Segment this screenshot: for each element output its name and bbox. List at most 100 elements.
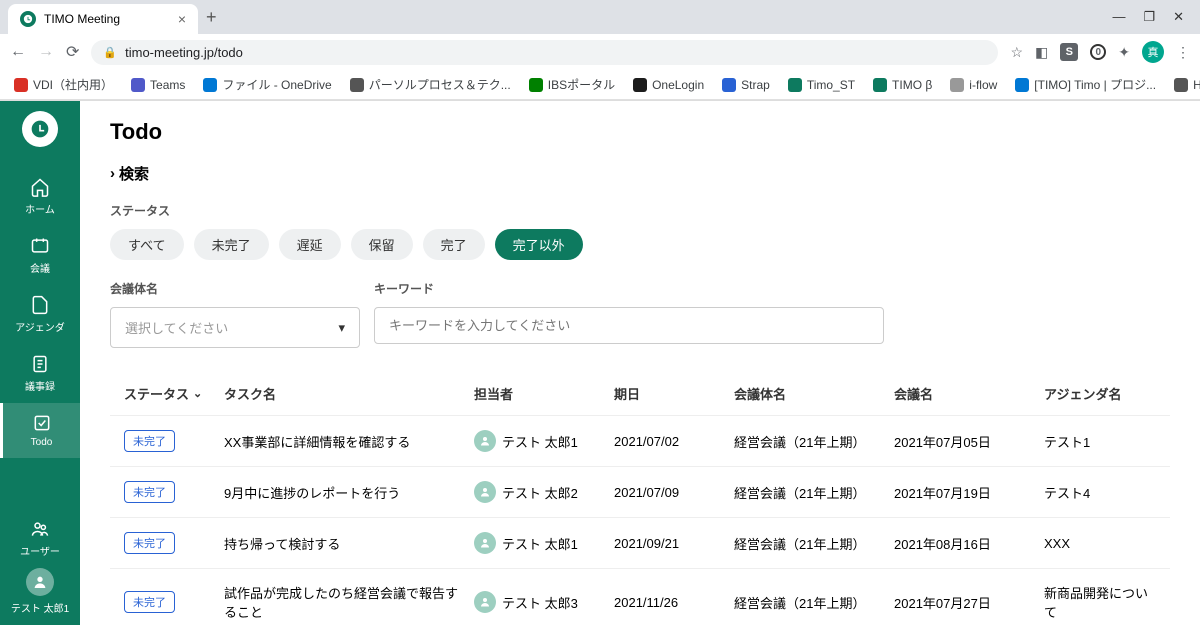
table-row[interactable]: 未完了 9月中に進捗のレポートを行う テスト 太郎2 2021/07/09 経営…: [110, 466, 1170, 517]
page-title: Todo: [110, 119, 1170, 145]
profile-avatar[interactable]: 真: [1142, 41, 1164, 63]
extension-o-icon[interactable]: 0: [1090, 44, 1106, 60]
status-chip[interactable]: 完了: [423, 229, 485, 260]
col-status[interactable]: ステータス ⌄: [124, 384, 224, 403]
status-chip[interactable]: 完了以外: [495, 229, 583, 260]
favicon-icon: [20, 11, 36, 27]
sidebar: ホーム 会議 アジェンダ 議事録 Todo ユーザー テスト 太郎1: [0, 101, 80, 625]
table-row[interactable]: 未完了 XX事業部に詳細情報を確認する テスト 太郎1 2021/07/02 経…: [110, 415, 1170, 466]
minimize-button[interactable]: —: [1112, 9, 1125, 25]
bookmark-icon: [873, 78, 887, 92]
search-heading[interactable]: › 検索: [110, 163, 1170, 184]
assignee-cell: テスト 太郎2: [474, 481, 614, 503]
bookmark-item[interactable]: VDI（社内用）: [14, 76, 113, 93]
meeting-name: 2021年07月19日: [894, 483, 1044, 502]
meeting-name: 2021年07月05日: [894, 432, 1044, 451]
sidebar-item-todo[interactable]: Todo: [0, 403, 80, 458]
sidebar-item-agenda[interactable]: アジェンダ: [0, 285, 80, 344]
status-chip[interactable]: 未完了: [194, 229, 269, 260]
meeting-body: 経営会議（21年上期）: [734, 483, 894, 502]
table-row[interactable]: 未完了 持ち帰って検討する テスト 太郎1 2021/09/21 経営会議（21…: [110, 517, 1170, 568]
forward-button[interactable]: →: [38, 43, 54, 61]
due-date: 2021/07/09: [614, 485, 734, 500]
col-meeting[interactable]: 会議名: [894, 384, 1044, 403]
bookmark-item[interactable]: i-flow: [950, 78, 997, 92]
sidebar-item-label: 議事録: [25, 378, 55, 393]
app-container: ホーム 会議 アジェンダ 議事録 Todo ユーザー テスト 太郎1: [0, 101, 1200, 625]
agenda-name: XXX: [1044, 536, 1156, 551]
agenda-name: テスト4: [1044, 483, 1156, 502]
bookmark-icon: [203, 78, 217, 92]
col-due[interactable]: 期日: [614, 384, 734, 403]
chevron-down-icon: ⌄: [193, 387, 202, 400]
close-window-button[interactable]: ✕: [1173, 9, 1184, 25]
table-row[interactable]: 未完了 試作品が完成したのち経営会議で報告すること テスト 太郎3 2021/1…: [110, 568, 1170, 625]
bookmark-item[interactable]: ファイル - OneDrive: [203, 76, 331, 93]
reload-button[interactable]: ⟳: [66, 42, 79, 62]
col-agenda[interactable]: アジェンダ名: [1044, 384, 1156, 403]
status-chip[interactable]: 遅延: [279, 229, 341, 260]
bookmark-item[interactable]: Strap: [722, 78, 770, 92]
keyword-input[interactable]: [374, 307, 884, 344]
org-select[interactable]: 選択してください ▾: [110, 307, 360, 348]
url-input[interactable]: 🔒 timo-meeting.jp/todo: [91, 40, 998, 65]
bookmark-icon: [1015, 78, 1029, 92]
chevron-down-icon: ▾: [338, 320, 345, 336]
browser-chrome: TIMO Meeting × + — ❐ ✕ ← → ⟳ 🔒 timo-meet…: [0, 0, 1200, 101]
app-logo[interactable]: [22, 111, 58, 147]
star-icon[interactable]: ☆: [1010, 44, 1023, 61]
col-task[interactable]: タスク名: [224, 384, 474, 403]
bookmark-item[interactable]: TIMO β: [873, 78, 932, 92]
col-body[interactable]: 会議体名: [734, 384, 894, 403]
bookmark-icon: [131, 78, 145, 92]
bookmark-icon: [1174, 78, 1188, 92]
bookmark-icon: [950, 78, 964, 92]
assignee-cell: テスト 太郎1: [474, 430, 614, 452]
maximize-button[interactable]: ❐: [1143, 9, 1155, 25]
puzzle-icon[interactable]: ✦: [1118, 44, 1130, 61]
status-badge: 未完了: [124, 430, 175, 452]
bookmark-icon: [722, 78, 736, 92]
address-bar: ← → ⟳ 🔒 timo-meeting.jp/todo ☆ ◧ S 0 ✦ 真…: [0, 34, 1200, 70]
meeting-body: 経営会議（21年上期）: [734, 593, 894, 612]
sidebar-item-home[interactable]: ホーム: [0, 167, 80, 226]
current-user-name: テスト 太郎1: [11, 600, 69, 615]
todo-table: ステータス ⌄ タスク名 担当者 期日 会議体名 会議名 アジェンダ名 未完了 …: [110, 372, 1170, 625]
col-assignee[interactable]: 担当者: [474, 384, 614, 403]
url-text: timo-meeting.jp/todo: [125, 45, 243, 60]
status-badge: 未完了: [124, 481, 175, 503]
bookmark-item[interactable]: OneLogin: [633, 78, 704, 92]
bookmark-item[interactable]: [TIMO] Timo | プロジ...: [1015, 76, 1156, 93]
agenda-name: 新商品開発について: [1044, 583, 1156, 621]
task-name: 試作品が完成したのち経営会議で報告すること: [224, 583, 474, 621]
status-chip[interactable]: 保留: [351, 229, 413, 260]
bookmark-icon: [633, 78, 647, 92]
meeting-body: 経営会議（21年上期）: [734, 432, 894, 451]
table-header: ステータス ⌄ タスク名 担当者 期日 会議体名 会議名 アジェンダ名: [110, 372, 1170, 415]
bookmark-item[interactable]: IBSポータル: [529, 76, 615, 93]
extension-s-icon[interactable]: S: [1060, 43, 1078, 61]
sidebar-item-user[interactable]: ユーザー: [0, 509, 80, 568]
bookmark-item[interactable]: HITOタレ: [1174, 76, 1200, 93]
task-name: 持ち帰って検討する: [224, 534, 474, 553]
agenda-name: テスト1: [1044, 432, 1156, 451]
extension-icon[interactable]: ◧: [1035, 44, 1048, 61]
task-name: 9月中に進捗のレポートを行う: [224, 483, 474, 502]
new-tab-button[interactable]: +: [206, 7, 217, 28]
back-button[interactable]: ←: [10, 43, 26, 61]
status-chip[interactable]: すべて: [110, 229, 184, 260]
avatar-icon: [474, 532, 496, 554]
user-avatar-icon[interactable]: [26, 568, 54, 596]
close-icon[interactable]: ×: [178, 11, 186, 27]
due-date: 2021/07/02: [614, 434, 734, 449]
bookmark-item[interactable]: パーソルプロセス＆テク...: [350, 76, 511, 93]
sidebar-item-meeting[interactable]: 会議: [0, 226, 80, 285]
menu-icon[interactable]: ⋮: [1176, 44, 1190, 61]
browser-tab[interactable]: TIMO Meeting ×: [8, 4, 198, 34]
bookmark-item[interactable]: Teams: [131, 78, 185, 92]
bookmark-item[interactable]: Timo_ST: [788, 78, 855, 92]
sidebar-item-minutes[interactable]: 議事録: [0, 344, 80, 403]
assignee-cell: テスト 太郎1: [474, 532, 614, 554]
sidebar-item-label: アジェンダ: [15, 319, 65, 334]
bookmark-icon: [14, 78, 28, 92]
